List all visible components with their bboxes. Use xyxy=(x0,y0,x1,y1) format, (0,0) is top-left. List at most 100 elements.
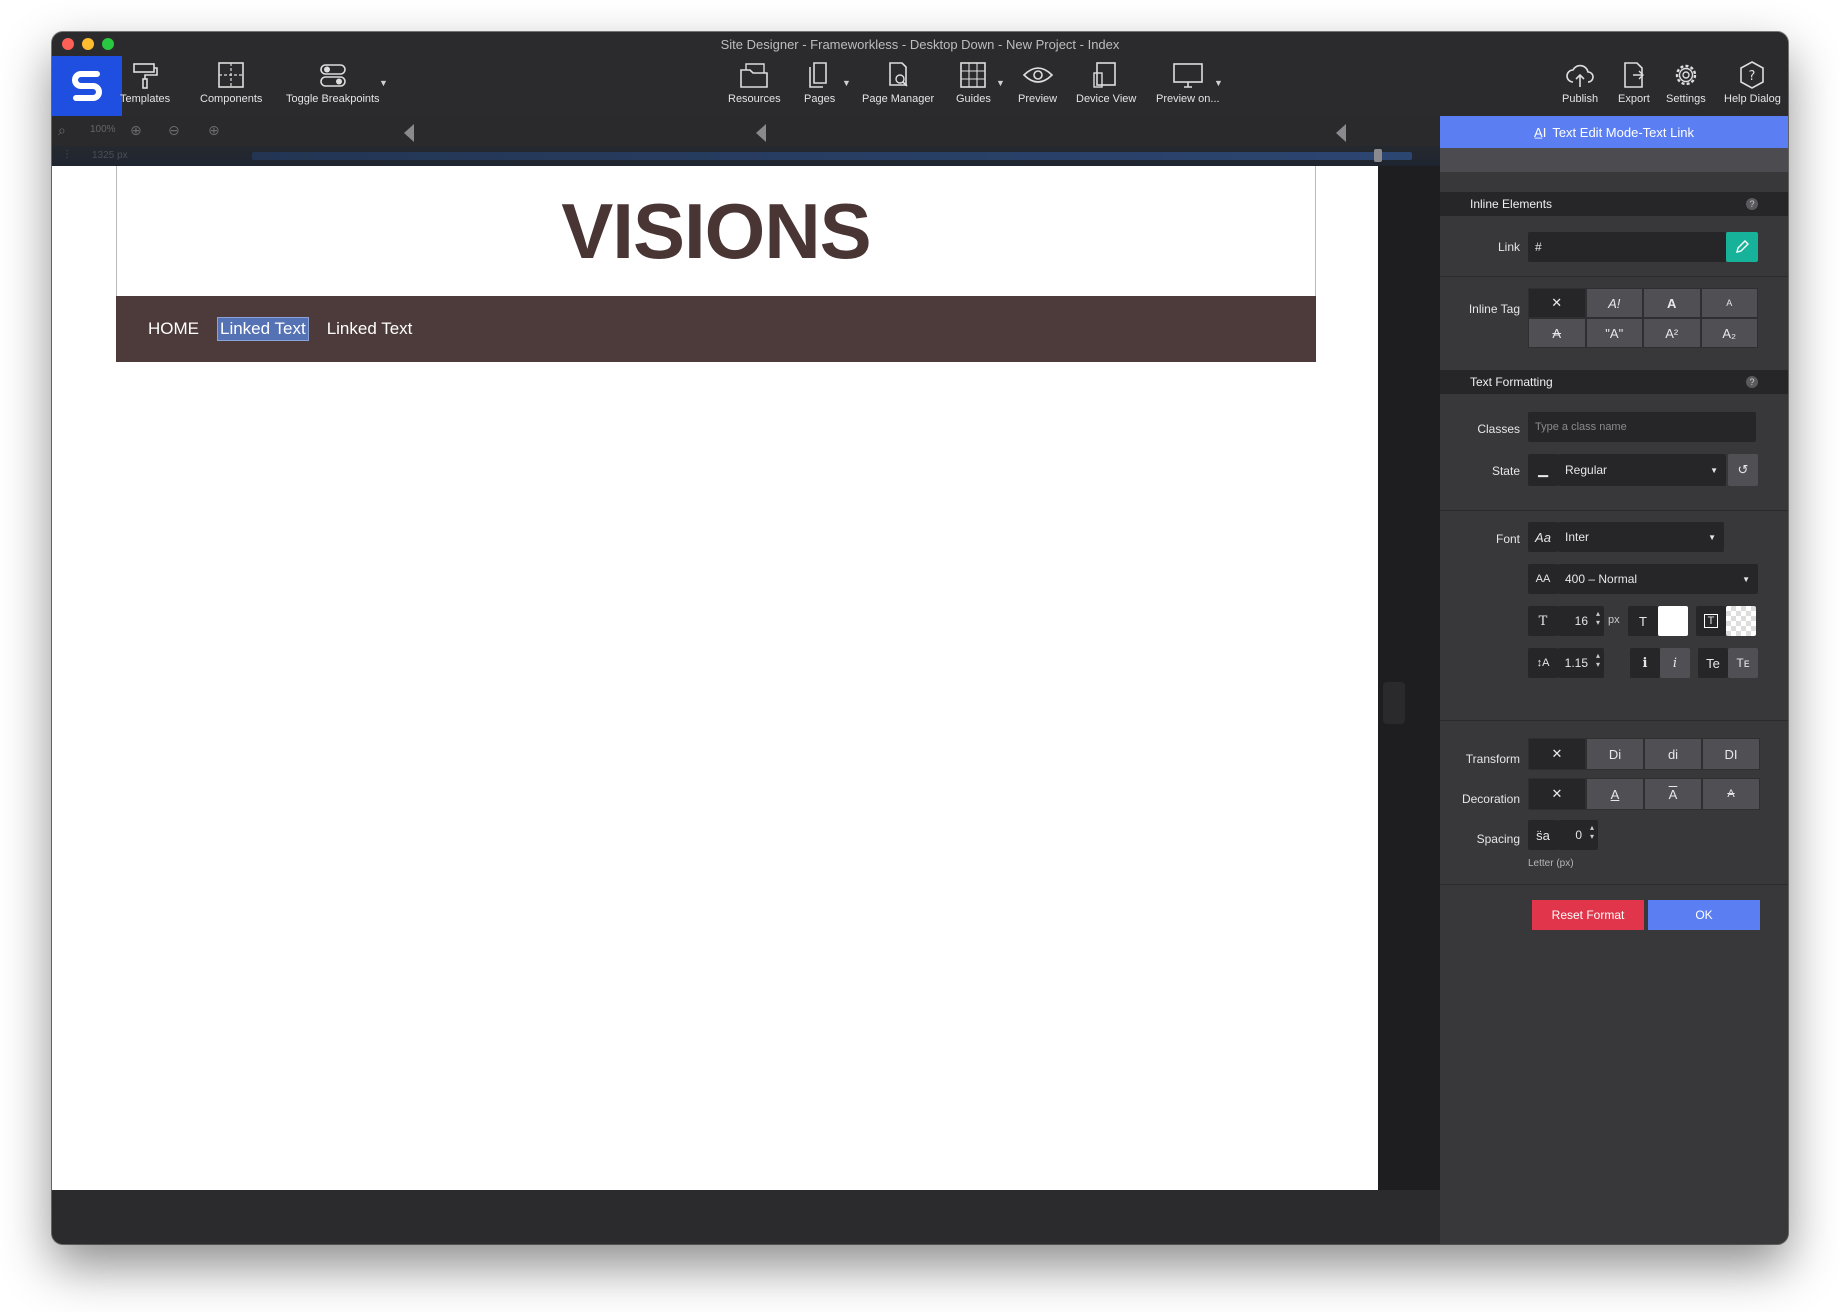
transform-lowercase[interactable]: di xyxy=(1645,739,1701,769)
design-canvas[interactable]: VISIONS HOME Linked Text Linked Text xyxy=(52,166,1378,1190)
inline-tag-em[interactable]: A! xyxy=(1586,289,1642,317)
guides-dropdown-icon[interactable]: ▼ xyxy=(996,78,1005,88)
page-manager-icon xyxy=(889,62,908,87)
ruler-handle-icon[interactable]: ⋮ xyxy=(62,149,72,160)
pages-dropdown-icon[interactable]: ▼ xyxy=(842,78,851,88)
italic-on-button[interactable]: i xyxy=(1660,648,1690,678)
pages-icon xyxy=(808,62,827,88)
text-color-icon: T xyxy=(1628,606,1658,636)
decoration-overline[interactable]: A xyxy=(1645,779,1701,809)
text-formatting-help-icon[interactable]: ? xyxy=(1746,376,1758,388)
zoom-reset-icon[interactable]: ⊕ xyxy=(208,122,220,139)
nav-link-home[interactable]: HOME xyxy=(146,318,201,340)
nav-link-linked-text[interactable]: Linked Text xyxy=(325,318,415,340)
svg-text:?: ? xyxy=(1749,69,1756,84)
font-size-input[interactable]: 16 xyxy=(1558,606,1604,636)
preview-on-dropdown-icon[interactable]: ▼ xyxy=(1214,78,1223,88)
transform-capitalize[interactable]: Di xyxy=(1587,739,1643,769)
site-header[interactable]: VISIONS xyxy=(116,166,1316,296)
zoom-window-button[interactable] xyxy=(102,38,114,50)
ruler-thumb[interactable] xyxy=(1374,149,1382,162)
zoom-out-icon[interactable]: ⊖ xyxy=(168,122,180,139)
inline-tag-del[interactable]: A xyxy=(1529,319,1585,347)
font-size-unit: px xyxy=(1608,614,1620,626)
line-height-input[interactable]: 1.15 xyxy=(1558,648,1604,678)
font-weight-select[interactable]: 400 – Normal ▼ xyxy=(1558,564,1758,594)
inline-elements-help-icon[interactable]: ? xyxy=(1746,198,1758,210)
resources-button[interactable]: Resources xyxy=(728,60,781,105)
preview-on-button[interactable]: Preview on... xyxy=(1156,60,1220,105)
window-title: Site Designer - Frameworkless - Desktop … xyxy=(720,36,1120,52)
export-button[interactable]: Export xyxy=(1618,60,1650,105)
toggle-breakpoints-button[interactable]: Toggle Breakpoints xyxy=(286,60,380,105)
divider xyxy=(1440,884,1788,885)
line-height-icon: ↕A xyxy=(1528,648,1558,678)
minimize-window-button[interactable] xyxy=(82,38,94,50)
background-color-swatch[interactable] xyxy=(1726,606,1756,636)
font-family-select[interactable]: Inter ▼ xyxy=(1558,522,1724,552)
background-color-icon: T xyxy=(1696,606,1726,636)
font-size-icon: T xyxy=(1528,606,1558,636)
ruler-bar: ⋮ 1325 px xyxy=(52,146,1440,166)
cloud-upload-icon xyxy=(1566,64,1594,87)
breakpoint-marker-1[interactable] xyxy=(404,124,414,142)
divider xyxy=(1440,276,1788,277)
case-smallcaps-button[interactable]: Tᴇ xyxy=(1728,648,1758,678)
pages-button[interactable]: Pages xyxy=(804,60,835,105)
inline-tag-quote[interactable]: "A" xyxy=(1586,319,1642,347)
settings-button[interactable]: Settings xyxy=(1666,60,1706,105)
decoration-strikethrough[interactable]: A xyxy=(1703,779,1759,809)
italic-off-button[interactable]: i xyxy=(1630,648,1660,678)
state-icon: ▁ xyxy=(1528,454,1558,486)
state-select[interactable]: Regular ▼ xyxy=(1558,454,1726,486)
zoom-in-icon[interactable]: ⊕ xyxy=(130,122,142,139)
site-nav[interactable]: HOME Linked Text Linked Text xyxy=(116,296,1316,362)
decoration-underline[interactable]: A xyxy=(1587,779,1643,809)
transform-label: Transform xyxy=(1465,752,1520,766)
page-manager-button[interactable]: Page Manager xyxy=(862,60,934,105)
help-icon: ? xyxy=(1740,61,1765,89)
ruler-track[interactable] xyxy=(252,152,1412,160)
breakpoint-marker-2[interactable] xyxy=(756,124,766,142)
templates-button[interactable]: Templates xyxy=(120,60,170,105)
inline-tag-small[interactable]: A xyxy=(1701,289,1757,317)
case-normal-button[interactable]: Te xyxy=(1698,648,1728,678)
breakpoints-dropdown-icon[interactable]: ▼ xyxy=(379,78,388,88)
decoration-label: Decoration xyxy=(1461,792,1520,806)
app-logo[interactable] xyxy=(52,56,122,116)
classes-input[interactable]: Type a class name xyxy=(1528,412,1756,442)
site-title[interactable]: VISIONS xyxy=(561,186,871,277)
decoration-grid: ✕ A A A xyxy=(1528,778,1760,810)
breakpoint-marker-3[interactable] xyxy=(1336,124,1346,142)
zoom-level: 100% xyxy=(90,124,116,135)
reset-state-button[interactable]: ↺ xyxy=(1728,454,1758,486)
guides-button[interactable]: Guides xyxy=(956,60,991,105)
transform-none[interactable]: ✕ xyxy=(1529,739,1585,769)
window-controls xyxy=(62,38,114,50)
nav-link-selected[interactable]: Linked Text xyxy=(217,317,309,341)
link-input[interactable]: # xyxy=(1528,232,1726,262)
text-color-swatch[interactable] xyxy=(1658,606,1688,636)
ok-button[interactable]: OK xyxy=(1648,900,1760,930)
letter-spacing-input[interactable]: 0 xyxy=(1558,820,1598,850)
inline-tag-sup[interactable]: A² xyxy=(1644,319,1700,347)
help-dialog-button[interactable]: ? Help Dialog xyxy=(1724,60,1781,105)
device-view-button[interactable]: Device View xyxy=(1076,60,1136,105)
inline-tag-sub[interactable]: A₂ xyxy=(1701,319,1757,347)
publish-button[interactable]: Publish xyxy=(1562,60,1598,105)
reset-format-button[interactable]: Reset Format xyxy=(1532,900,1644,930)
edit-link-button[interactable] xyxy=(1726,232,1758,262)
components-button[interactable]: Components xyxy=(200,60,262,105)
inline-tag-strong[interactable]: A xyxy=(1644,289,1700,317)
title-bar: Site Designer - Frameworkless - Desktop … xyxy=(52,32,1788,56)
inline-tag-label: Inline Tag xyxy=(1468,302,1520,316)
preview-button[interactable]: Preview xyxy=(1018,60,1057,105)
decoration-none[interactable]: ✕ xyxy=(1529,779,1585,809)
transform-uppercase[interactable]: DI xyxy=(1703,739,1759,769)
resize-handle[interactable] xyxy=(1383,682,1405,724)
close-window-button[interactable] xyxy=(62,38,74,50)
zoom-search-icon[interactable]: ⌕ xyxy=(58,122,66,139)
chevron-down-icon: ▼ xyxy=(1708,532,1716,542)
inline-tag-none[interactable]: ✕ xyxy=(1529,289,1585,317)
divider xyxy=(1440,720,1788,721)
